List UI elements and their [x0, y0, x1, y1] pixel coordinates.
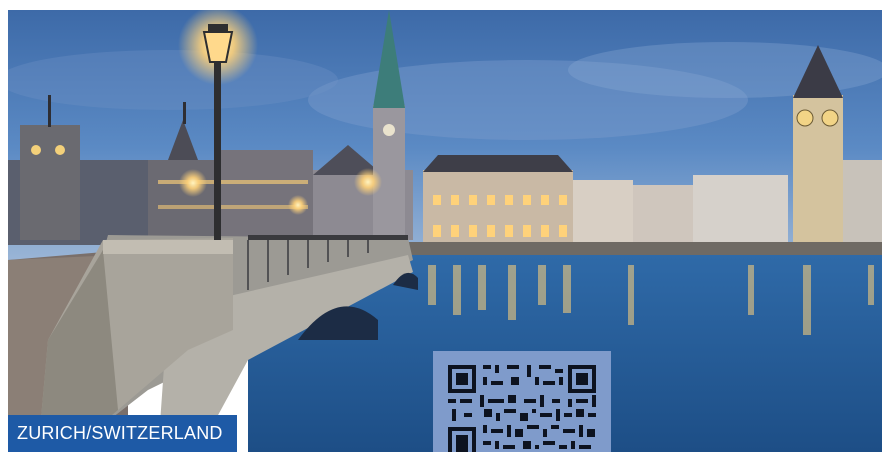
qr-code-icon — [448, 365, 596, 452]
location-caption: ZURICH/SWITZERLAND — [8, 415, 237, 452]
qr-code-panel[interactable] — [433, 351, 611, 452]
